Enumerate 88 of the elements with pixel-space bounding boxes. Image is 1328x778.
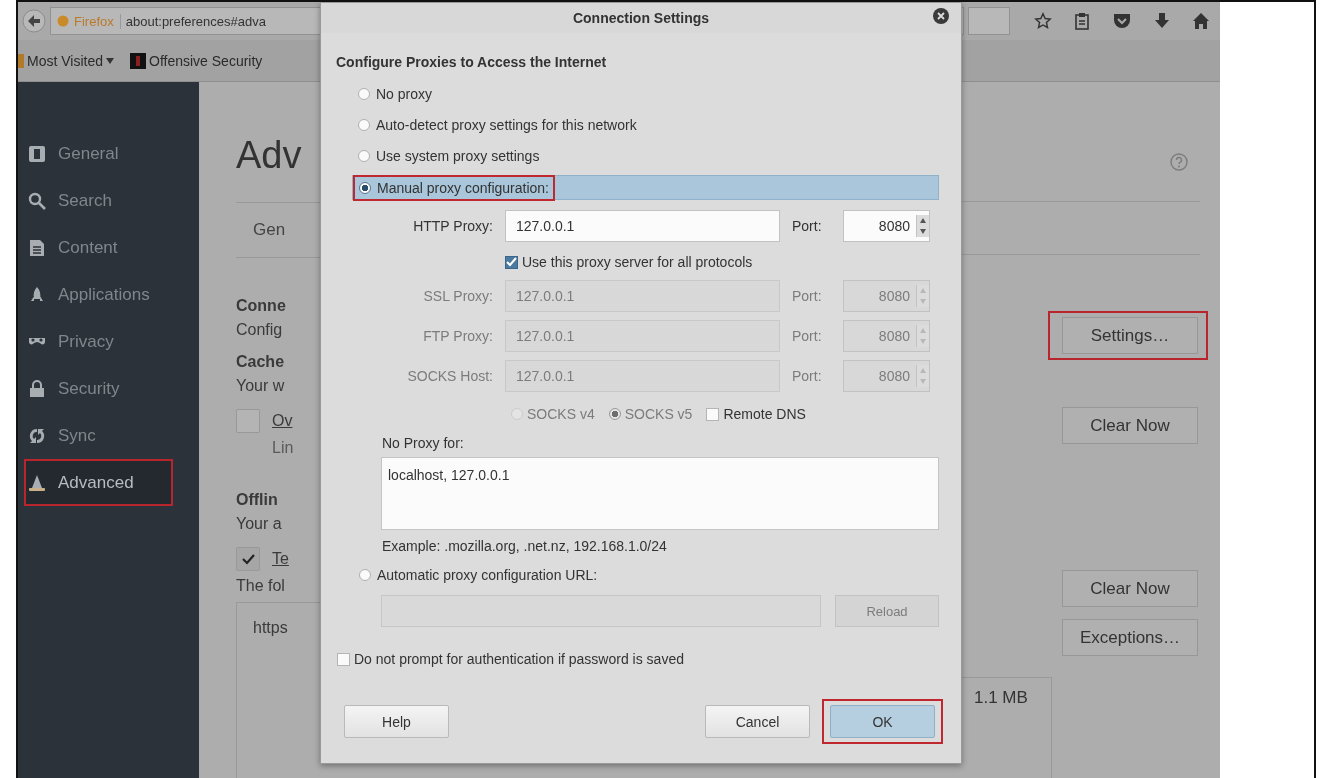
radio-label: Manual proxy configuration:: [377, 179, 549, 196]
panel-icon: [28, 144, 46, 163]
field-label: SOCKS Host:: [406, 368, 493, 384]
field-label: FTP Proxy:: [422, 328, 493, 344]
sidebar-item[interactable]: Search: [26, 179, 171, 222]
hat-icon: [28, 473, 46, 492]
sidebar-item[interactable]: Privacy: [26, 320, 171, 363]
sync-icon: [28, 426, 46, 445]
radio-label: SOCKS v5: [624, 406, 693, 422]
checkbox[interactable]: [236, 409, 260, 433]
close-icon[interactable]: [933, 8, 949, 24]
tab[interactable]: Gen: [236, 220, 286, 240]
field-label: Port:: [792, 328, 823, 344]
rocket-icon: [28, 285, 46, 304]
sidebar-item[interactable]: Advanced: [26, 461, 171, 504]
globe-icon: [57, 15, 69, 27]
page-button[interactable]: Clear Now: [1062, 570, 1198, 607]
radio-button[interactable]: [358, 87, 370, 100]
page-button[interactable]: Settings…: [1062, 317, 1198, 354]
radio-button[interactable]: [359, 181, 371, 194]
help-icon[interactable]: [1170, 153, 1188, 171]
lock-icon: [28, 379, 46, 398]
dialog-title: Connection Settings: [572, 10, 710, 26]
hint-text: Example: .mozilla.org, .net.nz, 192.168.1.0/24: [382, 538, 668, 554]
sidebar-item[interactable]: Content: [26, 226, 171, 269]
radio-button[interactable]: [359, 569, 371, 581]
field-label: Port:: [792, 218, 823, 234]
home-icon[interactable]: [1192, 12, 1210, 30]
page-button[interactable]: Clear Now: [1062, 407, 1198, 444]
checkbox-label: Do not prompt for authentication if password is saved: [354, 651, 684, 667]
checkbox-label: Ov: [272, 412, 293, 430]
checkbox[interactable]: [236, 547, 260, 571]
field-label: HTTP Proxy:: [412, 218, 493, 234]
radio-label: Use system proxy settings: [376, 147, 540, 164]
identity-label: Firefox: [74, 13, 121, 29]
bookmark-item[interactable]: Most Visited: [18, 52, 114, 69]
checkbox-label: Te: [272, 550, 289, 568]
download-icon[interactable]: [1154, 12, 1170, 30]
star-icon[interactable]: [1034, 12, 1052, 30]
section-heading: Cache: [236, 352, 286, 372]
radio-label: Auto-detect proxy settings for this network: [376, 116, 637, 133]
sidebar-item[interactable]: General: [26, 132, 171, 175]
field-label: Port:: [792, 368, 823, 384]
section-heading: Conne: [236, 296, 287, 316]
field-label: SSL Proxy:: [422, 288, 493, 304]
checkbox-label: Remote DNS: [723, 406, 806, 422]
radio-label: No proxy: [376, 85, 433, 102]
shield-icon[interactable]: [1112, 12, 1132, 30]
radio-button[interactable]: [358, 118, 370, 131]
checkbox[interactable]: [337, 652, 350, 666]
sidebar-item[interactable]: Security: [26, 367, 171, 410]
checkbox-label: Use this proxy server for all protocols: [522, 254, 753, 270]
description-text: Config: [236, 320, 284, 340]
bookmark-item[interactable]: Offensive Security: [130, 52, 263, 69]
field-label: Port:: [792, 288, 823, 304]
setting-label: Lin: [271, 438, 295, 458]
field-label: No Proxy for:: [382, 435, 465, 451]
section-heading: Offlin: [236, 490, 279, 510]
radio-label: SOCKS v4: [527, 406, 595, 422]
description-text: Your w: [236, 376, 286, 396]
radio-label: Automatic proxy configuration URL:: [377, 567, 598, 583]
text-area[interactable]: localhost, 127.0.0.1: [381, 457, 939, 530]
search-field[interactable]: [968, 7, 1010, 35]
document-icon: [28, 238, 46, 257]
sidebar-item[interactable]: Sync: [26, 414, 171, 457]
page-button[interactable]: Exceptions…: [1062, 619, 1198, 656]
checkbox[interactable]: [706, 407, 720, 421]
search-icon: [28, 191, 46, 210]
site-icon: [130, 52, 146, 69]
check-icon: [241, 553, 255, 565]
dialog-button[interactable]: OK: [830, 705, 935, 738]
checkbox[interactable]: [505, 255, 518, 269]
description-text: The fol: [236, 576, 286, 596]
sidebar-item[interactable]: Applications: [26, 273, 171, 316]
description-text: Your a: [236, 514, 283, 534]
section-heading: Configure Proxies to Access the Internet: [336, 54, 608, 70]
clipboard-icon[interactable]: [1074, 12, 1090, 30]
check-icon: [506, 257, 517, 267]
input-field[interactable]: 127.0.0.1: [505, 210, 780, 242]
caret-icon: [106, 57, 114, 64]
radio-button[interactable]: [358, 149, 370, 162]
dialog-button[interactable]: Help: [344, 705, 449, 738]
port-field[interactable]: 8080: [843, 210, 930, 242]
list-item: https: [253, 619, 288, 636]
url-text: about:preferences#adva: [125, 13, 266, 29]
page-title: Adv: [236, 134, 303, 178]
dialog-button[interactable]: Cancel: [705, 705, 810, 738]
spinner-icon[interactable]: [916, 215, 929, 237]
